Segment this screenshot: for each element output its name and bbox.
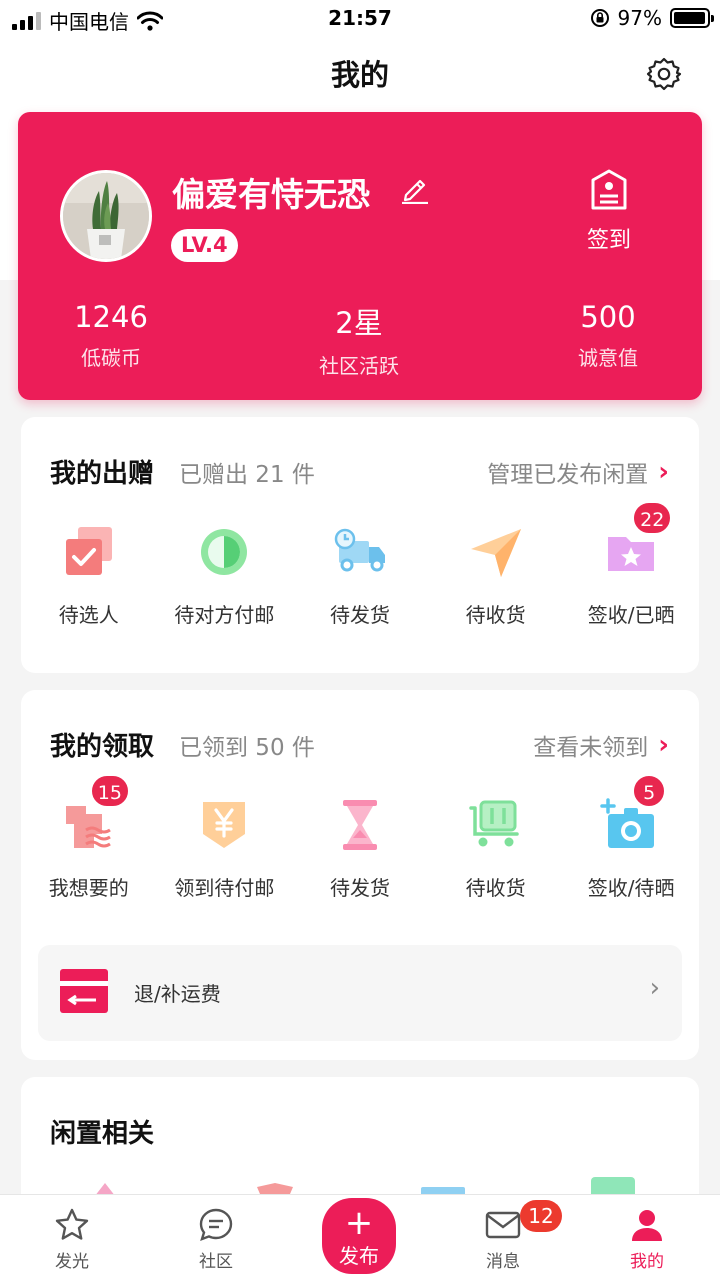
user-icon bbox=[632, 1210, 662, 1241]
tab-mine[interactable]: 我的 bbox=[597, 1207, 697, 1272]
status-bar: 中国电信 21:57 97% bbox=[0, 0, 720, 40]
giving-await-ship[interactable]: 待发货 bbox=[292, 521, 428, 628]
giving-await-postage[interactable]: 待对方付邮 bbox=[157, 521, 293, 628]
checkin-icon bbox=[591, 169, 627, 210]
link-label: 管理已发布闲置 bbox=[487, 462, 649, 488]
cart-icon bbox=[468, 800, 519, 847]
item-label: 待发货 bbox=[329, 603, 390, 627]
section-title: 我的领取 bbox=[50, 732, 155, 762]
profile-card: 偏爱有恃无恐 LV.4 签到 1246 低碳币 2星 社区活跃 500 诚意值 bbox=[18, 112, 702, 400]
pencil-icon bbox=[402, 179, 428, 205]
tab-label: 社区 bbox=[199, 1252, 233, 1272]
battery-percent: 97% bbox=[617, 6, 662, 30]
publish-button[interactable]: + 发布 bbox=[322, 1198, 396, 1274]
username: 偏爱有恃无恐 bbox=[172, 175, 370, 214]
refund-card-icon bbox=[60, 969, 108, 1013]
plus-icon: + bbox=[344, 1203, 374, 1243]
tab-label: 发光 bbox=[55, 1252, 89, 1272]
receiving-signed-to-share[interactable]: 5 签收/待晒 bbox=[563, 774, 699, 901]
item-label: 领到待付邮 bbox=[174, 876, 275, 900]
chevron-right-icon: › bbox=[658, 730, 669, 760]
section-subtitle: 已赠出 21 件 bbox=[179, 462, 315, 488]
view-not-received-link[interactable]: 查看未领到 › bbox=[533, 728, 669, 762]
item-label: 待对方付邮 bbox=[174, 603, 275, 627]
yen-tag-icon bbox=[203, 802, 246, 848]
stat-value: 500 bbox=[580, 300, 636, 334]
notification-badge: 15 bbox=[89, 774, 130, 808]
section-title: 我的出赠 bbox=[50, 459, 155, 489]
stat-carbon-coins[interactable]: 1246 低碳币 bbox=[21, 300, 201, 371]
item-label: 待发货 bbox=[329, 876, 390, 900]
refund-shipping-row[interactable]: 退/补运费 › bbox=[38, 945, 682, 1041]
my-receiving-section: 我的领取 已领到 50 件 查看未领到 › 15 我想要的 领到待付邮 待发货 … bbox=[21, 690, 699, 1060]
receiving-wishlist[interactable]: 15 我想要的 bbox=[21, 774, 157, 901]
item-label: 待收货 bbox=[465, 603, 526, 627]
link-label: 查看未领到 bbox=[533, 735, 649, 761]
receiving-await-ship[interactable]: 待发货 bbox=[292, 794, 428, 901]
receiving-await-postage[interactable]: 领到待付邮 bbox=[157, 794, 293, 901]
giving-signed-shared[interactable]: 22 签收/已晒 bbox=[563, 501, 699, 628]
stat-community-activity[interactable]: 2星 社区活跃 bbox=[269, 300, 449, 379]
section-subtitle: 已领到 50 件 bbox=[179, 735, 315, 761]
tab-community[interactable]: 社区 bbox=[166, 1207, 266, 1272]
my-giving-section: 我的出赠 已赠出 21 件 管理已发布闲置 › 待选人 待对方付邮 待发货 待收… bbox=[21, 417, 699, 673]
tab-label: 我的 bbox=[630, 1252, 664, 1272]
refund-label: 退/补运费 bbox=[134, 982, 221, 1006]
battery-icon bbox=[670, 8, 714, 28]
star-icon bbox=[55, 1208, 89, 1240]
stat-label: 低碳币 bbox=[81, 346, 141, 370]
item-label: 签收/待晒 bbox=[587, 876, 675, 900]
item-label: 待选人 bbox=[58, 603, 119, 627]
item-label: 签收/已晒 bbox=[587, 603, 675, 627]
mail-icon bbox=[485, 1211, 521, 1239]
notification-badge: 5 bbox=[632, 774, 667, 808]
tab-label: 消息 bbox=[486, 1252, 520, 1272]
checkin-button[interactable]: 签到 bbox=[566, 168, 652, 258]
settings-button[interactable] bbox=[646, 56, 682, 92]
stat-value: 1246 bbox=[74, 300, 148, 334]
giving-pending-select[interactable]: 待选人 bbox=[21, 521, 157, 628]
tab-glow[interactable]: 发光 bbox=[22, 1207, 122, 1272]
avatar[interactable] bbox=[60, 170, 152, 262]
manage-posted-link[interactable]: 管理已发布闲置 › bbox=[487, 455, 669, 489]
stat-value: 2星 bbox=[335, 306, 383, 340]
edit-profile-button[interactable] bbox=[400, 174, 430, 205]
delivery-truck-icon bbox=[334, 528, 385, 572]
receiving-await-receive[interactable]: 待收货 bbox=[428, 794, 564, 901]
paper-plane-icon bbox=[470, 529, 521, 577]
section-title: 闲置相关 bbox=[50, 1119, 155, 1149]
chat-bubble-icon bbox=[199, 1208, 233, 1241]
message-badge: 12 bbox=[520, 1200, 562, 1232]
checkbox-stack-icon bbox=[65, 527, 112, 575]
giving-await-receive[interactable]: 待收货 bbox=[428, 521, 564, 628]
item-label: 待收货 bbox=[465, 876, 526, 900]
level-badge: LV.4 bbox=[171, 229, 238, 262]
hourglass-icon bbox=[342, 800, 377, 850]
chevron-right-icon: › bbox=[649, 973, 660, 1003]
stat-label: 诚意值 bbox=[578, 346, 638, 370]
publish-label: 发布 bbox=[339, 1244, 379, 1268]
notification-badge: 22 bbox=[632, 501, 673, 535]
gear-icon bbox=[646, 57, 682, 91]
checkin-label: 签到 bbox=[586, 228, 631, 253]
stat-sincerity[interactable]: 500 诚意值 bbox=[518, 300, 698, 371]
chevron-right-icon: › bbox=[658, 457, 669, 487]
clock-icon bbox=[201, 529, 248, 575]
page-title: 我的 bbox=[330, 58, 389, 92]
item-label: 我想要的 bbox=[48, 876, 129, 900]
rotation-lock-icon bbox=[590, 9, 609, 27]
stat-label: 社区活跃 bbox=[319, 354, 399, 378]
